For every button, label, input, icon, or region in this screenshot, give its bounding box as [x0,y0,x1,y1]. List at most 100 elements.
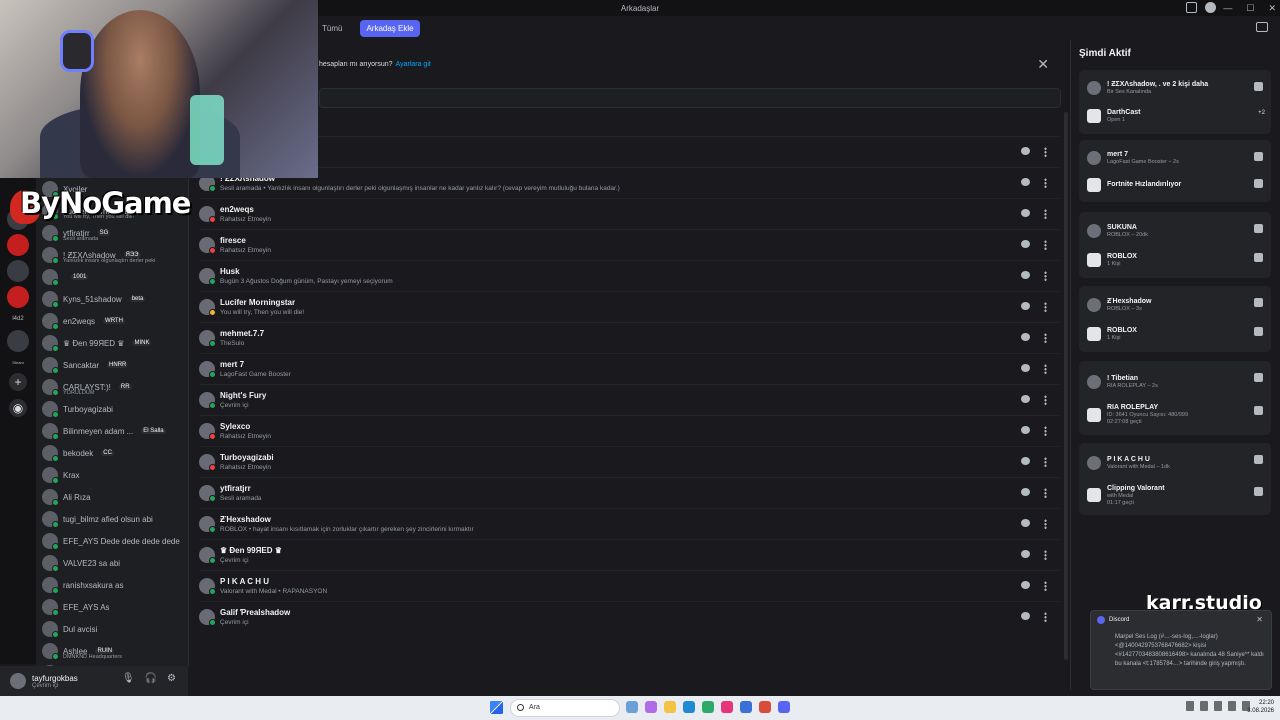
server-label[interactable]: Steam [0,360,36,365]
more-options-icon[interactable] [1044,271,1047,281]
browser-icon[interactable] [702,701,714,713]
friend-row[interactable]: ! ƵΣXΛshadow Sesli aramada • Yanlızlık in… [199,167,1059,198]
maximize-button[interactable]: ☐ [1246,0,1254,16]
member-item[interactable]: en2weqs WRTH [36,310,188,332]
friend-row[interactable]: Turboyagizabi Rahatsız Etmeyin [199,446,1059,477]
tray-icon[interactable] [1214,701,1222,711]
member-item[interactable]: EFE_AYS Dede dede dede dede [36,530,188,552]
member-item[interactable]: Dul avcisi [36,618,188,640]
friend-row[interactable]: Night's Fury Çevrim içi [199,384,1059,415]
app-icon[interactable] [721,701,733,713]
activity-action-icon[interactable] [1254,455,1263,464]
message-icon[interactable] [1021,519,1030,527]
more-options-icon[interactable] [1044,581,1047,591]
more-options-icon[interactable] [1044,457,1047,467]
wifi-icon[interactable] [1228,701,1236,711]
activity-card[interactable]: ! Tibetian RIA ROLEPLAY – 2s RIA ROLEPLAY I… [1079,361,1271,435]
app-icon[interactable] [626,701,638,713]
tab-all[interactable]: Tümü [322,24,342,33]
settings-link[interactable]: Ayarlara git [396,61,431,68]
activity-action-icon[interactable] [1254,487,1263,496]
activity-action-icon[interactable] [1254,152,1263,161]
friend-row[interactable]: Lucifer Morningstar You will try, Then yo… [199,291,1059,322]
more-options-icon[interactable] [1044,333,1047,343]
member-item[interactable]: ranishxsakura as [36,574,188,596]
app-icon[interactable] [759,701,771,713]
clock[interactable]: 22:20 3.08.2026 [1247,699,1274,715]
close-icon[interactable]: ✕ [1256,615,1263,624]
more-options-icon[interactable] [1044,178,1047,188]
message-icon[interactable] [1021,178,1030,186]
member-item[interactable]: Sancaktar HNRR [36,354,188,376]
browser-icon[interactable] [683,701,695,713]
activity-action-icon[interactable] [1254,406,1263,415]
friend-row[interactable]: P I K A C H U Valorant with Medal • RAPAN… [199,570,1059,601]
member-item[interactable]: CARLAYST:)! RR YORULDUM [36,376,188,398]
activity-action-icon[interactable] [1254,298,1263,307]
server-icon[interactable] [7,260,29,282]
message-icon[interactable] [1021,271,1030,279]
message-icon[interactable] [1021,550,1030,558]
member-item[interactable]: Turboyagizabi [36,398,188,420]
activity-card[interactable]: mert 7 LagoFast Game Booster – 2s Fortnite… [1079,140,1271,202]
message-icon[interactable] [1021,488,1030,496]
activity-action-icon[interactable] [1254,373,1263,382]
close-window-button[interactable]: ✕ [1268,0,1276,16]
member-item[interactable]: VALVE23 sa abi [36,552,188,574]
friend-row[interactable]: Galif Ƥrealshadow Çevrim içi [199,601,1059,632]
headphones-icon[interactable]: 🎧 [145,673,157,684]
avatar[interactable] [10,673,26,689]
close-icon[interactable]: ✕ [1037,56,1049,73]
app-icon[interactable] [740,701,752,713]
member-item[interactable]: tugi_bilmz afied olsun abi [36,508,188,530]
more-options-icon[interactable] [1044,364,1047,374]
app-icon[interactable] [645,701,657,713]
activity-action-icon[interactable] [1254,179,1263,188]
member-item[interactable]: ytfiratjrr SG Sesli aramada [36,222,188,244]
new-group-dm-icon[interactable] [1256,22,1268,32]
minimize-button[interactable]: — [1223,0,1232,16]
message-icon[interactable] [1021,395,1030,403]
member-item[interactable]: Ali Rıza [36,486,188,508]
scrollbar[interactable] [1064,112,1068,660]
message-icon[interactable] [1021,302,1030,310]
friend-row[interactable]: ƵΉexshadow ROBLOX • hayat insanı kısıtlam… [199,508,1059,539]
add-friend-button[interactable]: Arkadaş Ekle [360,19,420,37]
activity-action-icon[interactable] [1254,327,1263,336]
tray-icon[interactable] [1186,701,1194,711]
more-options-icon[interactable] [1044,519,1047,529]
more-options-icon[interactable] [1044,209,1047,219]
member-item[interactable]: EFE_AYS As [36,596,188,618]
message-icon[interactable] [1021,147,1030,155]
discover-icon[interactable]: ◉ [9,399,27,417]
server-icon[interactable] [7,234,29,256]
message-icon[interactable] [1021,581,1030,589]
message-icon[interactable] [1021,333,1030,341]
add-server-icon[interactable]: + [9,373,27,391]
more-options-icon[interactable] [1044,550,1047,560]
member-item[interactable]: Krax [36,464,188,486]
search-input[interactable] [319,88,1061,108]
tray-icon[interactable] [1200,701,1208,711]
friend-row[interactable]: mert 7 LagoFast Game Booster [199,353,1059,384]
gear-icon[interactable]: ⚙ [167,673,176,684]
more-options-icon[interactable] [1044,612,1047,622]
activity-action-icon[interactable] [1254,82,1263,91]
taskbar-search[interactable]: Ara [510,699,620,717]
server-icon[interactable] [7,286,29,308]
discord-icon[interactable] [778,701,790,713]
message-icon[interactable] [1021,240,1030,248]
member-item[interactable]: Bilinmeyen adam ... El Salla [36,420,188,442]
activity-card[interactable]: P I K A C H U Valorant with Medal – 1dk Cl… [1079,443,1271,515]
windows-start-icon[interactable] [490,701,503,714]
folder-icon[interactable] [664,701,676,713]
microphone-icon[interactable]: 🎙 [122,673,135,684]
server-label[interactable]: l4d2 [0,316,36,322]
activity-card[interactable]: ! ƵΣXΛshadow, . ve 2 kişi daha Bir Ses Ka… [1079,70,1271,134]
friend-row[interactable]: en2weqs Rahatsız Etmeyin [199,198,1059,229]
more-options-icon[interactable] [1044,488,1047,498]
friend-row[interactable]: ♛ Ðen 99ЯED ♛ Çevrim içi [199,539,1059,570]
more-options-icon[interactable] [1044,426,1047,436]
friend-row[interactable]: Husk Bugün 3 Ağustos Doğum günüm, Pastayı… [199,260,1059,291]
more-options-icon[interactable] [1044,240,1047,250]
